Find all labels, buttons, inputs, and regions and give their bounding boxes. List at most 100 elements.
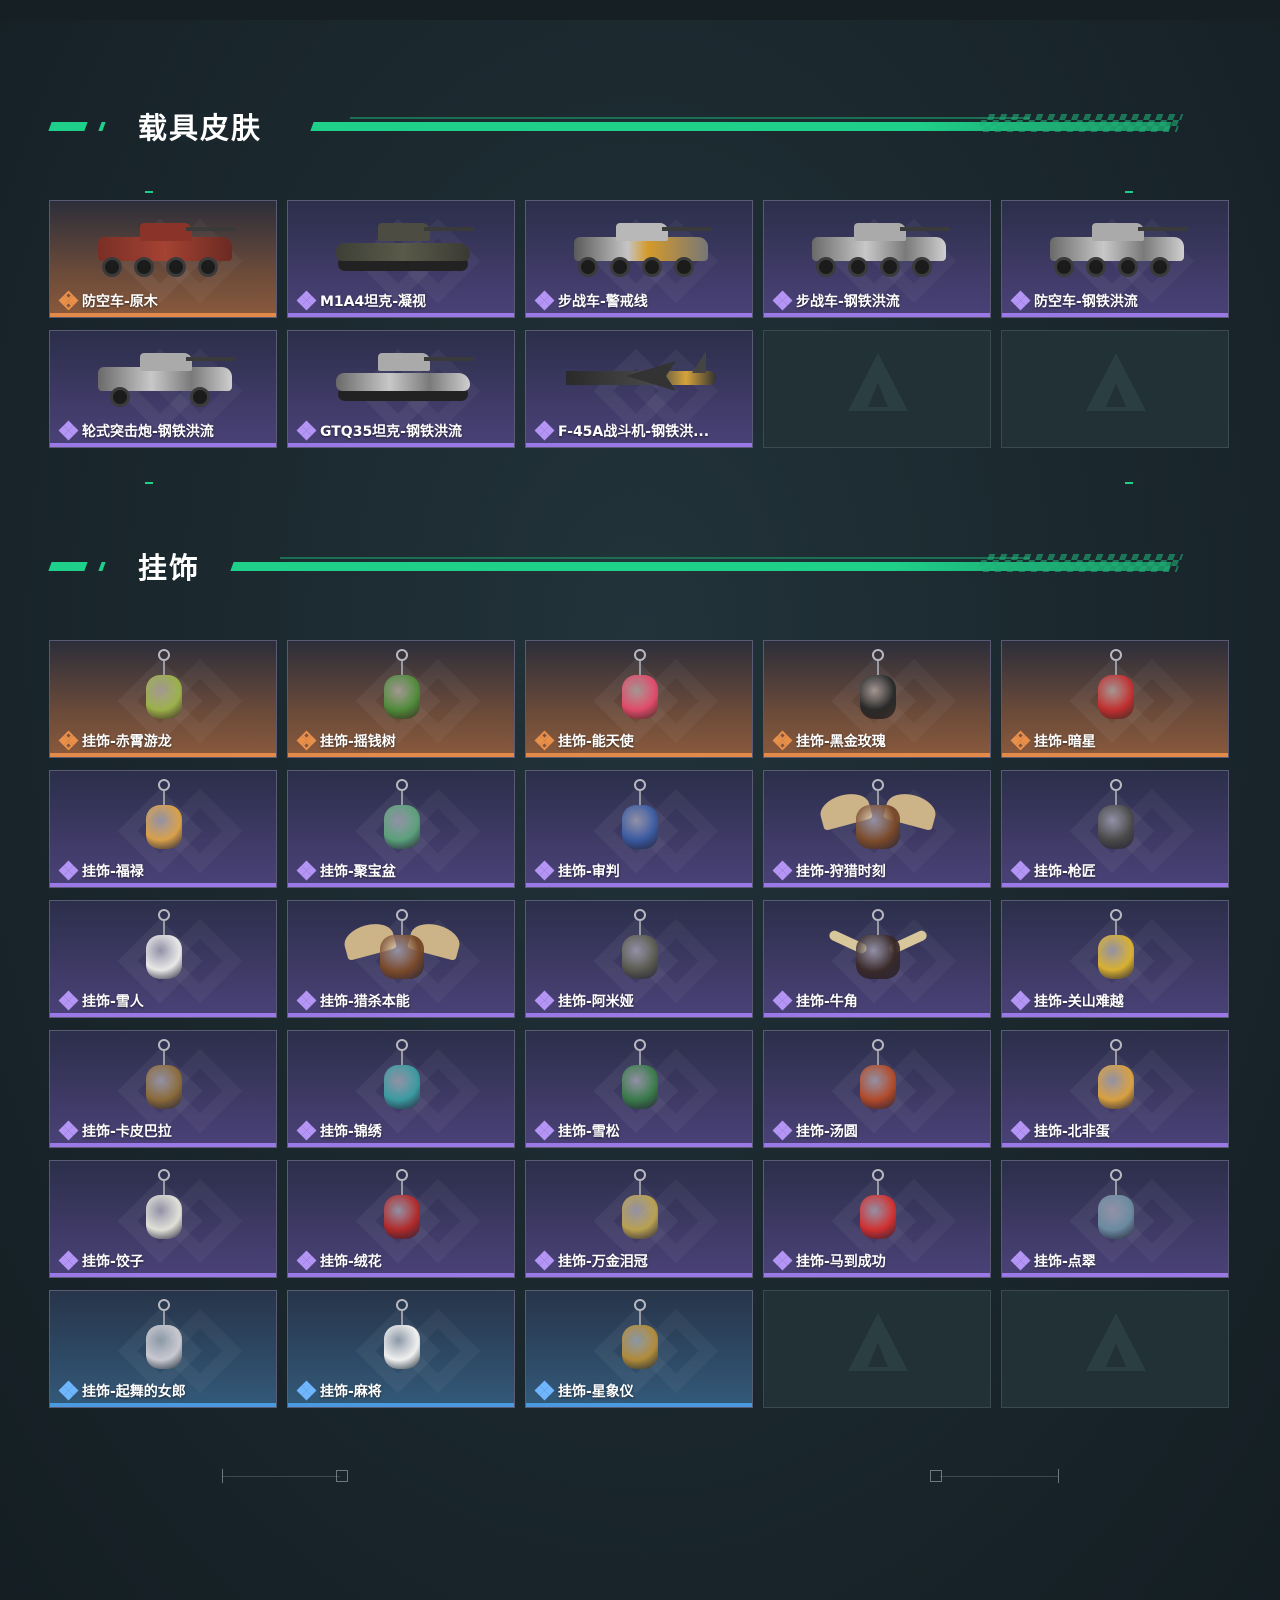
rarity-gem-icon (534, 1380, 555, 1401)
item-name: M1A4坦克-凝视 (320, 294, 427, 310)
rarity-gem-icon (1010, 290, 1031, 311)
pendant-card[interactable]: 挂饰-能天使 (525, 640, 753, 758)
pendant-image (848, 1169, 908, 1251)
rarity-gem-icon (772, 290, 793, 311)
item-name: 挂饰-聚宝盆 (320, 864, 396, 880)
pendant-card[interactable]: 挂饰-马到成功 (763, 1160, 991, 1278)
pendant-card[interactable]: 挂饰-黑金玫瑰 (763, 640, 991, 758)
pendant-card[interactable]: 挂饰-聚宝盆 (287, 770, 515, 888)
rarity-gem-icon (58, 290, 79, 311)
item-name: 挂饰-北非蛋 (1034, 1124, 1110, 1140)
rarity-stripe (764, 883, 990, 887)
pendant-card[interactable]: 挂饰-雪松 (525, 1030, 753, 1148)
rarity-stripe (50, 443, 276, 447)
item-label: F-45A战斗机-钢铁洪... (534, 420, 710, 441)
pendant-card[interactable]: 挂饰-福禄 (49, 770, 277, 888)
rarity-gem-icon (58, 1250, 79, 1271)
item-label: 挂饰-暗星 (1010, 730, 1096, 751)
pendant-card[interactable]: 挂饰-暗星 (1001, 640, 1229, 758)
pendant-card[interactable]: 挂饰-卡皮巴拉 (49, 1030, 277, 1148)
vehicle-skin-card[interactable]: 步战车-钢铁洪流 (763, 200, 991, 318)
footer-line (940, 1476, 1058, 1477)
pendant-card[interactable]: 挂饰-雪人 (49, 900, 277, 1018)
rarity-gem-icon (1010, 1120, 1031, 1141)
pendant-card[interactable]: 挂饰-赤霄游龙 (49, 640, 277, 758)
item-name: 挂饰-点翠 (1034, 1254, 1096, 1270)
item-name: 挂饰-星象仪 (558, 1384, 634, 1400)
item-label: 挂饰-聚宝盆 (296, 860, 396, 881)
rarity-stripe (50, 883, 276, 887)
rarity-stripe (1002, 1013, 1228, 1017)
item-name: F-45A战斗机-钢铁洪... (558, 424, 710, 440)
frame-tick (1125, 191, 1133, 193)
item-label: 防空车-原木 (58, 290, 158, 311)
pendant-card[interactable]: 挂饰-星象仪 (525, 1290, 753, 1408)
pendant-card[interactable]: 挂饰-起舞的女郎 (49, 1290, 277, 1408)
placeholder-logo-icon (1106, 1343, 1126, 1367)
pendant-image (372, 1169, 432, 1251)
vehicle-skin-card[interactable]: 轮式突击炮-钢铁洪流 (49, 330, 277, 448)
pendant-image (610, 779, 670, 861)
pendant-grid: 挂饰-赤霄游龙 挂饰-摇钱树 挂饰-能天使 挂饰-黑金玫瑰 挂饰-暗星挂饰-福禄 挂饰-聚… (49, 640, 1229, 1410)
empty-slot (1001, 330, 1229, 448)
header-checker-pattern (976, 114, 1184, 132)
pendant-card[interactable]: 挂饰-汤圆 (763, 1030, 991, 1148)
rarity-stripe (1002, 883, 1228, 887)
pendant-card[interactable]: 挂饰-猎杀本能 (287, 900, 515, 1018)
pendant-card[interactable]: 挂饰-点翠 (1001, 1160, 1229, 1278)
rarity-gem-icon (534, 290, 555, 311)
rarity-stripe (50, 1273, 276, 1277)
rarity-gem-icon (772, 1120, 793, 1141)
pendant-card[interactable]: 挂饰-阿米娅 (525, 900, 753, 1018)
placeholder-logo-icon (1106, 383, 1126, 407)
rarity-stripe (1002, 313, 1228, 317)
vehicle-skin-grid: 防空车-原木 M1A4坦克-凝视 步战车-警戒线 步战车-钢铁洪流 防空车-钢铁洪流轮式… (49, 200, 1229, 450)
rarity-gem-icon (296, 420, 317, 441)
pendant-card[interactable]: 挂饰-万金泪冠 (525, 1160, 753, 1278)
pendant-image (848, 649, 908, 731)
rarity-gem-icon (296, 1380, 317, 1401)
pendant-card[interactable]: 挂饰-北非蛋 (1001, 1030, 1229, 1148)
pendant-card[interactable]: 挂饰-绒花 (287, 1160, 515, 1278)
pendant-card[interactable]: 挂饰-狩猎时刻 (763, 770, 991, 888)
vehicle-skin-card[interactable]: 步战车-警戒线 (525, 200, 753, 318)
vehicle-skin-card[interactable]: 防空车-钢铁洪流 (1001, 200, 1229, 318)
placeholder-logo-icon (868, 383, 888, 407)
rarity-gem-icon (772, 990, 793, 1011)
vehicle-skin-card[interactable]: M1A4坦克-凝视 (287, 200, 515, 318)
item-label: 挂饰-麻将 (296, 1380, 382, 1401)
rarity-gem-icon (58, 420, 79, 441)
item-label: M1A4坦克-凝视 (296, 290, 427, 311)
pendant-card[interactable]: 挂饰-关山难越 (1001, 900, 1229, 1018)
footer-marker (1058, 1469, 1059, 1483)
pendant-image (372, 779, 432, 861)
rarity-gem-icon (296, 860, 317, 881)
item-name: 挂饰-能天使 (558, 734, 634, 750)
rarity-stripe (764, 753, 990, 757)
pendant-card[interactable]: 挂饰-锦绣 (287, 1030, 515, 1148)
item-name: 挂饰-起舞的女郎 (82, 1384, 186, 1400)
rarity-stripe (526, 753, 752, 757)
item-name: 挂饰-饺子 (82, 1254, 144, 1270)
pendant-image (1086, 909, 1146, 991)
item-name: GTQ35坦克-钢铁洪流 (320, 424, 462, 440)
rarity-gem-icon (296, 1120, 317, 1141)
vehicle-skin-card[interactable]: 防空车-原木 (49, 200, 277, 318)
pendant-card[interactable]: 挂饰-摇钱树 (287, 640, 515, 758)
pendant-card[interactable]: 挂饰-饺子 (49, 1160, 277, 1278)
rarity-stripe (526, 1403, 752, 1407)
pendant-card[interactable]: 挂饰-枪匠 (1001, 770, 1229, 888)
pendant-image (134, 1299, 194, 1381)
item-label: 挂饰-起舞的女郎 (58, 1380, 186, 1401)
rarity-stripe (764, 1143, 990, 1147)
vehicle-skin-card[interactable]: GTQ35坦克-钢铁洪流 (287, 330, 515, 448)
pendant-card[interactable]: 挂饰-麻将 (287, 1290, 515, 1408)
pendant-card[interactable]: 挂饰-牛角 (763, 900, 991, 1018)
header-thin-line (350, 117, 1030, 119)
pendant-card[interactable]: 挂饰-审判 (525, 770, 753, 888)
vehicle-skin-card[interactable]: F-45A战斗机-钢铁洪... (525, 330, 753, 448)
item-label: 挂饰-点翠 (1010, 1250, 1096, 1271)
item-label: 挂饰-卡皮巴拉 (58, 1120, 172, 1141)
vehicle-image (566, 343, 716, 409)
item-label: 挂饰-赤霄游龙 (58, 730, 172, 751)
